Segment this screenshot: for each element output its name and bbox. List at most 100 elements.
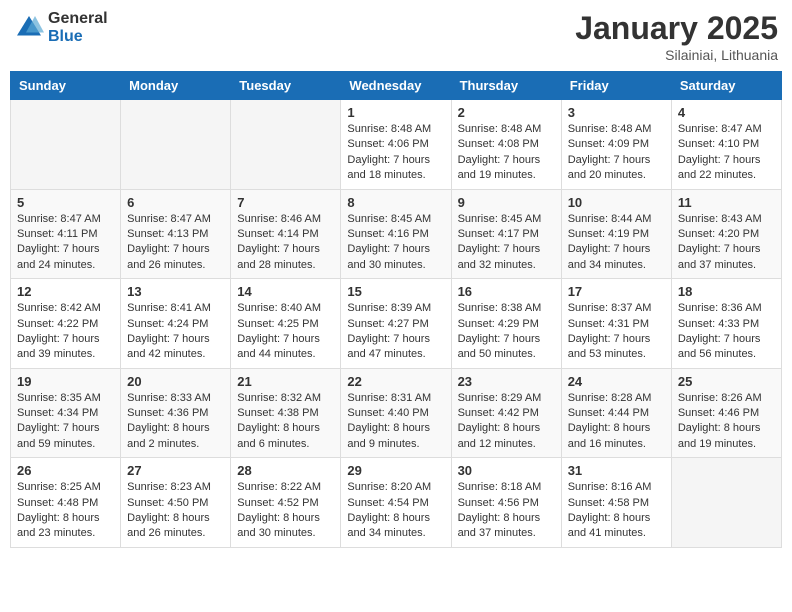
- day-number: 1: [347, 105, 444, 120]
- calendar-week-row: 12Sunrise: 8:42 AMSunset: 4:22 PMDayligh…: [11, 279, 782, 369]
- day-header-wednesday: Wednesday: [341, 72, 451, 100]
- day-info: Sunrise: 8:47 AMSunset: 4:13 PMDaylight:…: [127, 212, 224, 274]
- day-number: 5: [17, 195, 114, 210]
- calendar-cell: 16Sunrise: 8:38 AMSunset: 4:29 PMDayligh…: [451, 279, 561, 369]
- logo: General Blue: [14, 10, 108, 45]
- day-info: Sunrise: 8:37 AMSunset: 4:31 PMDaylight:…: [568, 301, 665, 363]
- month-title: January 2025: [575, 10, 778, 47]
- day-info: Sunrise: 8:38 AMSunset: 4:29 PMDaylight:…: [458, 301, 555, 363]
- calendar-cell: 15 Sunrise: 8:39 AMSunset: 4:27 PMDayligh…: [341, 279, 451, 369]
- day-number: 2: [458, 105, 555, 120]
- day-info: Sunrise: 8:44 AMSunset: 4:19 PMDaylight:…: [568, 212, 665, 274]
- day-number: 30: [458, 463, 555, 478]
- day-number: 13: [127, 284, 224, 299]
- calendar-cell: 31Sunrise: 8:16 AMSunset: 4:58 PMDayligh…: [561, 458, 671, 548]
- day-info: Sunrise: 8:33 AMSunset: 4:36 PMDaylight:…: [127, 391, 224, 453]
- day-number: 27: [127, 463, 224, 478]
- calendar-week-row: 26 Sunrise: 8:25 AMSunset: 4:48 PMDayligh…: [11, 458, 782, 548]
- calendar-cell: 12Sunrise: 8:42 AMSunset: 4:22 PMDayligh…: [11, 279, 121, 369]
- day-info: Sunrise: 8:20 AMSunset: 4:54 PMDaylight:…: [347, 480, 444, 542]
- day-info: Sunrise: 8:18 AMSunset: 4:56 PMDaylight:…: [458, 480, 555, 542]
- day-number: 28: [237, 463, 334, 478]
- day-info: Sunrise: 8:16 AMSunset: 4:58 PMDaylight:…: [568, 480, 665, 542]
- calendar-cell: 20 Sunrise: 8:33 AMSunset: 4:36 PMDayligh…: [121, 368, 231, 458]
- day-number: 15: [347, 284, 444, 299]
- day-info: Sunrise: 8:39 AMSunset: 4:27 PMDaylight:…: [347, 301, 444, 363]
- day-number: 7: [237, 195, 334, 210]
- calendar-cell: 10 Sunrise: 8:44 AMSunset: 4:19 PMDayligh…: [561, 189, 671, 279]
- calendar-cell: 9Sunrise: 8:45 AMSunset: 4:17 PMDaylight…: [451, 189, 561, 279]
- day-info: Sunrise: 8:47 AMSunset: 4:10 PMDaylight:…: [678, 122, 775, 184]
- day-info: Sunrise: 8:36 AMSunset: 4:33 PMDaylight:…: [678, 301, 775, 363]
- day-number: 14: [237, 284, 334, 299]
- calendar-cell: 14 Sunrise: 8:40 AMSunset: 4:25 PMDayligh…: [231, 279, 341, 369]
- day-number: 4: [678, 105, 775, 120]
- logo-icon: [14, 13, 44, 43]
- day-number: 21: [237, 374, 334, 389]
- day-number: 24: [568, 374, 665, 389]
- day-header-sunday: Sunday: [11, 72, 121, 100]
- calendar-cell: 24 Sunrise: 8:28 AMSunset: 4:44 PMDayligh…: [561, 368, 671, 458]
- calendar-cell: 17 Sunrise: 8:37 AMSunset: 4:31 PMDayligh…: [561, 279, 671, 369]
- calendar-cell: 13 Sunrise: 8:41 AMSunset: 4:24 PMDayligh…: [121, 279, 231, 369]
- day-info: Sunrise: 8:40 AMSunset: 4:25 PMDaylight:…: [237, 301, 334, 363]
- day-number: 18: [678, 284, 775, 299]
- day-number: 26: [17, 463, 114, 478]
- calendar-cell: 23Sunrise: 8:29 AMSunset: 4:42 PMDayligh…: [451, 368, 561, 458]
- day-info: Sunrise: 8:32 AMSunset: 4:38 PMDaylight:…: [237, 391, 334, 453]
- day-number: 22: [347, 374, 444, 389]
- day-number: 19: [17, 374, 114, 389]
- calendar-cell: 18 Sunrise: 8:36 AMSunset: 4:33 PMDayligh…: [671, 279, 781, 369]
- title-area: January 2025 Silainiai, Lithuania: [575, 10, 778, 63]
- day-info: Sunrise: 8:23 AMSunset: 4:50 PMDaylight:…: [127, 480, 224, 542]
- calendar-week-row: 1 Sunrise: 8:48 AMSunset: 4:06 PMDaylight…: [11, 100, 782, 190]
- calendar-cell: [121, 100, 231, 190]
- day-header-tuesday: Tuesday: [231, 72, 341, 100]
- day-info: Sunrise: 8:48 AMSunset: 4:08 PMDaylight:…: [458, 122, 555, 184]
- day-number: 10: [568, 195, 665, 210]
- day-info: Sunrise: 8:28 AMSunset: 4:44 PMDaylight:…: [568, 391, 665, 453]
- day-info: Sunrise: 8:48 AMSunset: 4:09 PMDaylight:…: [568, 122, 665, 184]
- day-header-thursday: Thursday: [451, 72, 561, 100]
- calendar-cell: 30 Sunrise: 8:18 AMSunset: 4:56 PMDayligh…: [451, 458, 561, 548]
- day-info: Sunrise: 8:45 AMSunset: 4:16 PMDaylight:…: [347, 212, 444, 274]
- day-info: Sunrise: 8:26 AMSunset: 4:46 PMDaylight:…: [678, 391, 775, 453]
- day-info: Sunrise: 8:35 AMSunset: 4:34 PMDaylight:…: [17, 391, 114, 453]
- calendar-week-row: 19 Sunrise: 8:35 AMSunset: 4:34 PMDayligh…: [11, 368, 782, 458]
- calendar-cell: 3 Sunrise: 8:48 AMSunset: 4:09 PMDaylight…: [561, 100, 671, 190]
- day-number: 17: [568, 284, 665, 299]
- calendar-cell: 26 Sunrise: 8:25 AMSunset: 4:48 PMDayligh…: [11, 458, 121, 548]
- calendar-cell: 21 Sunrise: 8:32 AMSunset: 4:38 PMDayligh…: [231, 368, 341, 458]
- logo-general: General: [48, 10, 108, 28]
- day-header-monday: Monday: [121, 72, 231, 100]
- day-number: 25: [678, 374, 775, 389]
- calendar-cell: 2 Sunrise: 8:48 AMSunset: 4:08 PMDaylight…: [451, 100, 561, 190]
- calendar-cell: [11, 100, 121, 190]
- calendar-cell: 28 Sunrise: 8:22 AMSunset: 4:52 PMDayligh…: [231, 458, 341, 548]
- day-info: Sunrise: 8:43 AMSunset: 4:20 PMDaylight:…: [678, 212, 775, 274]
- calendar-cell: [671, 458, 781, 548]
- location: Silainiai, Lithuania: [575, 47, 778, 63]
- page-header: General Blue January 2025 Silainiai, Lit…: [10, 10, 782, 63]
- day-number: 6: [127, 195, 224, 210]
- calendar-week-row: 5Sunrise: 8:47 AMSunset: 4:11 PMDaylight…: [11, 189, 782, 279]
- calendar-cell: [231, 100, 341, 190]
- day-number: 20: [127, 374, 224, 389]
- day-number: 23: [458, 374, 555, 389]
- day-info: Sunrise: 8:25 AMSunset: 4:48 PMDaylight:…: [17, 480, 114, 542]
- day-info: Sunrise: 8:22 AMSunset: 4:52 PMDaylight:…: [237, 480, 334, 542]
- calendar-cell: 5Sunrise: 8:47 AMSunset: 4:11 PMDaylight…: [11, 189, 121, 279]
- day-number: 8: [347, 195, 444, 210]
- day-info: Sunrise: 8:48 AMSunset: 4:06 PMDaylight:…: [347, 122, 444, 184]
- day-header-saturday: Saturday: [671, 72, 781, 100]
- calendar-header-row: SundayMondayTuesdayWednesdayThursdayFrid…: [11, 72, 782, 100]
- day-info: Sunrise: 8:41 AMSunset: 4:24 PMDaylight:…: [127, 301, 224, 363]
- calendar: SundayMondayTuesdayWednesdayThursdayFrid…: [10, 71, 782, 548]
- calendar-cell: 19 Sunrise: 8:35 AMSunset: 4:34 PMDayligh…: [11, 368, 121, 458]
- calendar-cell: 22Sunrise: 8:31 AMSunset: 4:40 PMDayligh…: [341, 368, 451, 458]
- day-number: 3: [568, 105, 665, 120]
- calendar-cell: 1 Sunrise: 8:48 AMSunset: 4:06 PMDaylight…: [341, 100, 451, 190]
- day-number: 29: [347, 463, 444, 478]
- calendar-cell: 4 Sunrise: 8:47 AMSunset: 4:10 PMDaylight…: [671, 100, 781, 190]
- logo-blue: Blue: [48, 28, 108, 46]
